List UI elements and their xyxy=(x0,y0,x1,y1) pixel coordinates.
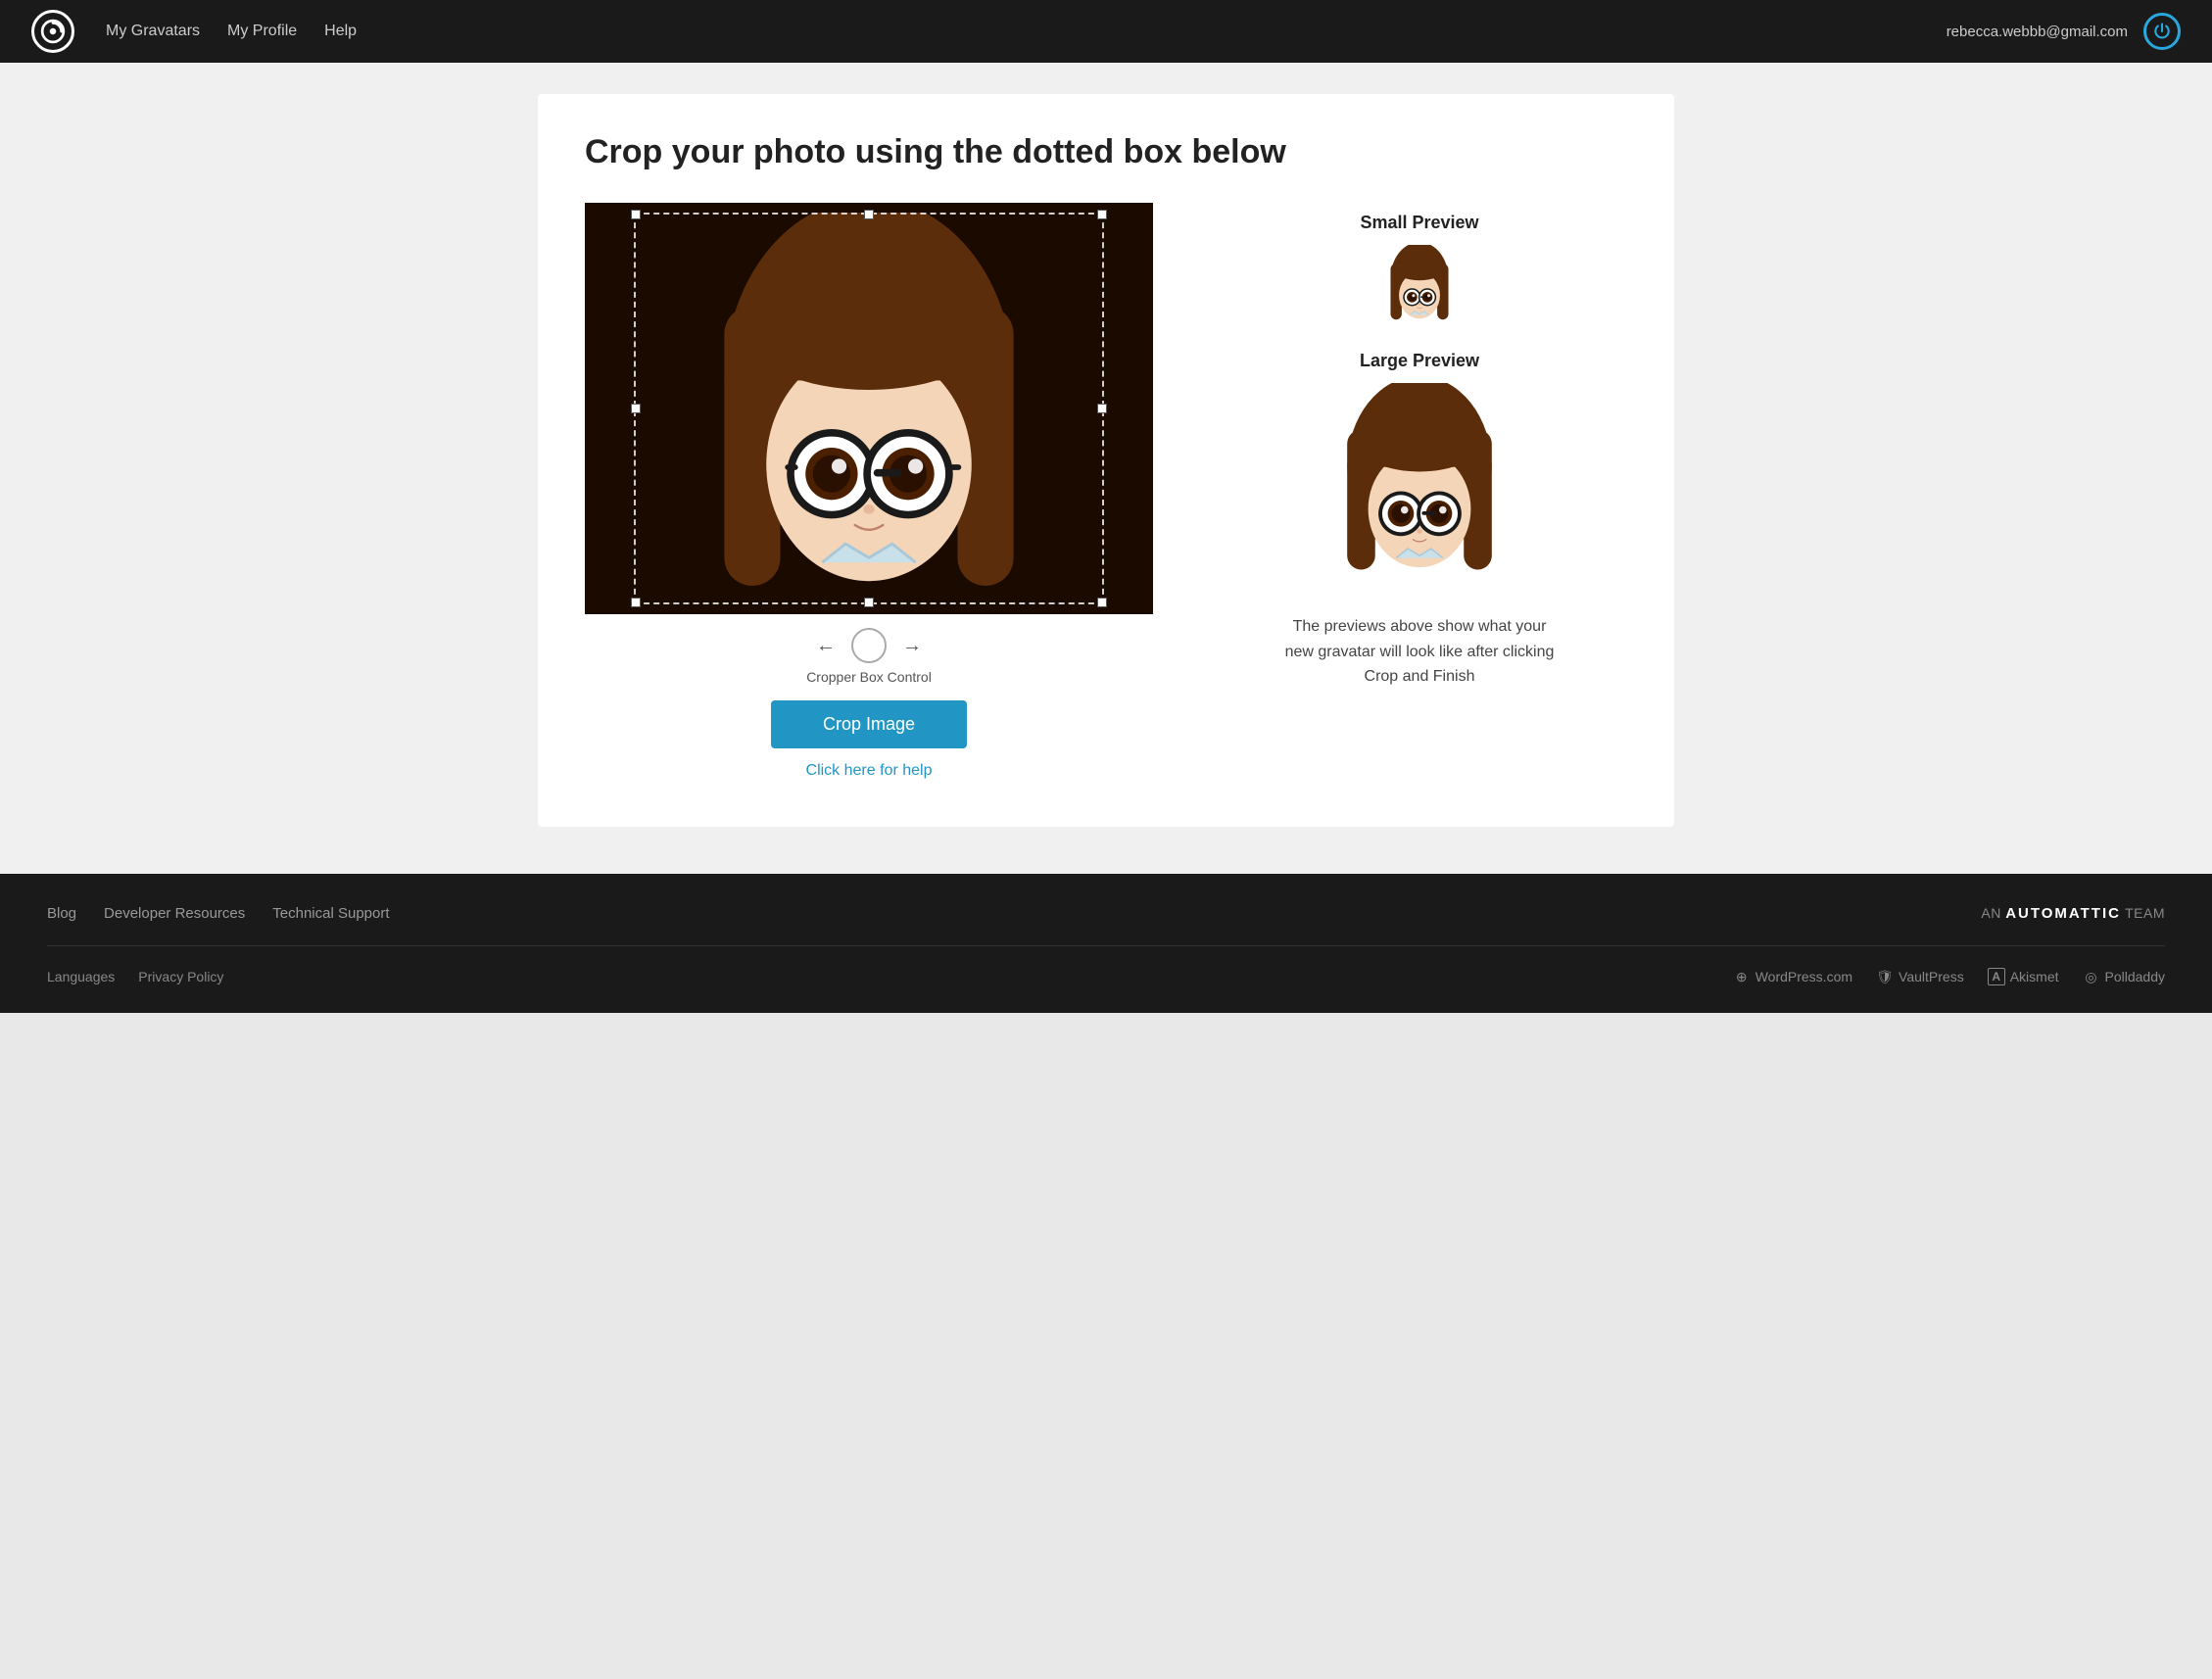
user-email: rebecca.webbb@gmail.com xyxy=(1947,24,2128,40)
footer-bottom: Languages Privacy Policy ⊕ WordPress.com… xyxy=(47,946,2165,985)
content-card: Crop your photo using the dotted box bel… xyxy=(538,94,1674,827)
vaultpress-icon: 🛡 xyxy=(1876,968,1894,985)
preview-section: Small Preview xyxy=(1212,203,1627,690)
move-right-arrow[interactable]: → xyxy=(902,636,922,655)
credit-prefix: AN xyxy=(1981,905,2000,921)
small-preview-image xyxy=(1380,245,1459,323)
avatar-image xyxy=(585,203,1153,614)
small-preview-title: Small Preview xyxy=(1360,213,1478,233)
footer-blog-link[interactable]: Blog xyxy=(47,905,76,922)
polldaddy-label: Polldaddy xyxy=(2105,969,2166,984)
main-content: Crop your photo using the dotted box bel… xyxy=(0,63,2212,874)
footer-privacy-link[interactable]: Privacy Policy xyxy=(138,969,223,984)
large-preview-block: Large Preview xyxy=(1322,351,1517,579)
cropper-section: ← → Cropper Box Control Crop Image Click… xyxy=(585,203,1153,780)
footer-top: Blog Developer Resources Technical Suppo… xyxy=(47,905,2165,946)
footer-links: Blog Developer Resources Technical Suppo… xyxy=(47,905,390,922)
site-footer: Blog Developer Resources Technical Suppo… xyxy=(0,874,2212,1013)
site-header: My Gravatars My Profile Help rebecca.web… xyxy=(0,0,2212,63)
header-right: rebecca.webbb@gmail.com xyxy=(1947,13,2181,50)
gravatar-logo-icon xyxy=(40,19,66,44)
cropper-controls: ← → xyxy=(585,628,1153,663)
vaultpress-link[interactable]: 🛡 VaultPress xyxy=(1876,968,1964,985)
footer-developer-resources-link[interactable]: Developer Resources xyxy=(104,905,245,922)
small-preview-svg xyxy=(1380,245,1459,323)
help-link[interactable]: Click here for help xyxy=(585,762,1153,780)
logout-button[interactable] xyxy=(2143,13,2181,50)
polldaddy-icon: ◎ xyxy=(2083,968,2100,985)
cropper-box-label: Cropper Box Control xyxy=(585,669,1153,685)
automattic-credit: AN AUTOMATTIC TEAM xyxy=(1981,905,2165,922)
page-title: Crop your photo using the dotted box bel… xyxy=(585,133,1627,171)
akismet-icon: A xyxy=(1988,968,2005,985)
large-preview-title: Large Preview xyxy=(1322,351,1517,371)
crop-circle-control[interactable] xyxy=(851,628,887,663)
vaultpress-label: VaultPress xyxy=(1899,969,1964,984)
credit-brand: AUTOMATTIC xyxy=(2005,905,2121,922)
credit-suffix: TEAM xyxy=(2125,905,2165,921)
nav-my-profile[interactable]: My Profile xyxy=(227,23,297,40)
footer-languages-link[interactable]: Languages xyxy=(47,969,115,984)
polldaddy-link[interactable]: ◎ Polldaddy xyxy=(2083,968,2166,985)
nav-help[interactable]: Help xyxy=(324,23,357,40)
akismet-label: Akismet xyxy=(2010,969,2059,984)
preview-description: The previews above show what your new gr… xyxy=(1282,614,1557,690)
footer-policy-links: Languages Privacy Policy xyxy=(47,969,223,984)
akismet-link[interactable]: A Akismet xyxy=(1988,968,2059,985)
crop-image-button[interactable]: Crop Image xyxy=(771,700,967,748)
footer-partners: ⊕ WordPress.com 🛡 VaultPress A Akismet ◎… xyxy=(1733,968,2165,985)
gravatar-logo[interactable] xyxy=(31,10,74,53)
power-icon xyxy=(2152,22,2172,41)
move-left-arrow[interactable]: ← xyxy=(816,636,836,655)
avatar-svg xyxy=(693,213,1045,604)
wordpress-label: WordPress.com xyxy=(1755,969,1852,984)
crop-layout: ← → Cropper Box Control Crop Image Click… xyxy=(585,203,1627,780)
wordpress-link[interactable]: ⊕ WordPress.com xyxy=(1733,968,1852,985)
small-preview-block: Small Preview xyxy=(1360,213,1478,323)
footer-technical-support-link[interactable]: Technical Support xyxy=(272,905,389,922)
wordpress-icon: ⊕ xyxy=(1733,968,1751,985)
main-nav: My Gravatars My Profile Help xyxy=(106,23,357,40)
nav-my-gravatars[interactable]: My Gravatars xyxy=(106,23,200,40)
header-left: My Gravatars My Profile Help xyxy=(31,10,357,53)
large-preview-image xyxy=(1322,383,1517,579)
large-preview-svg xyxy=(1322,383,1517,579)
cropper-image-wrapper[interactable] xyxy=(585,203,1153,614)
